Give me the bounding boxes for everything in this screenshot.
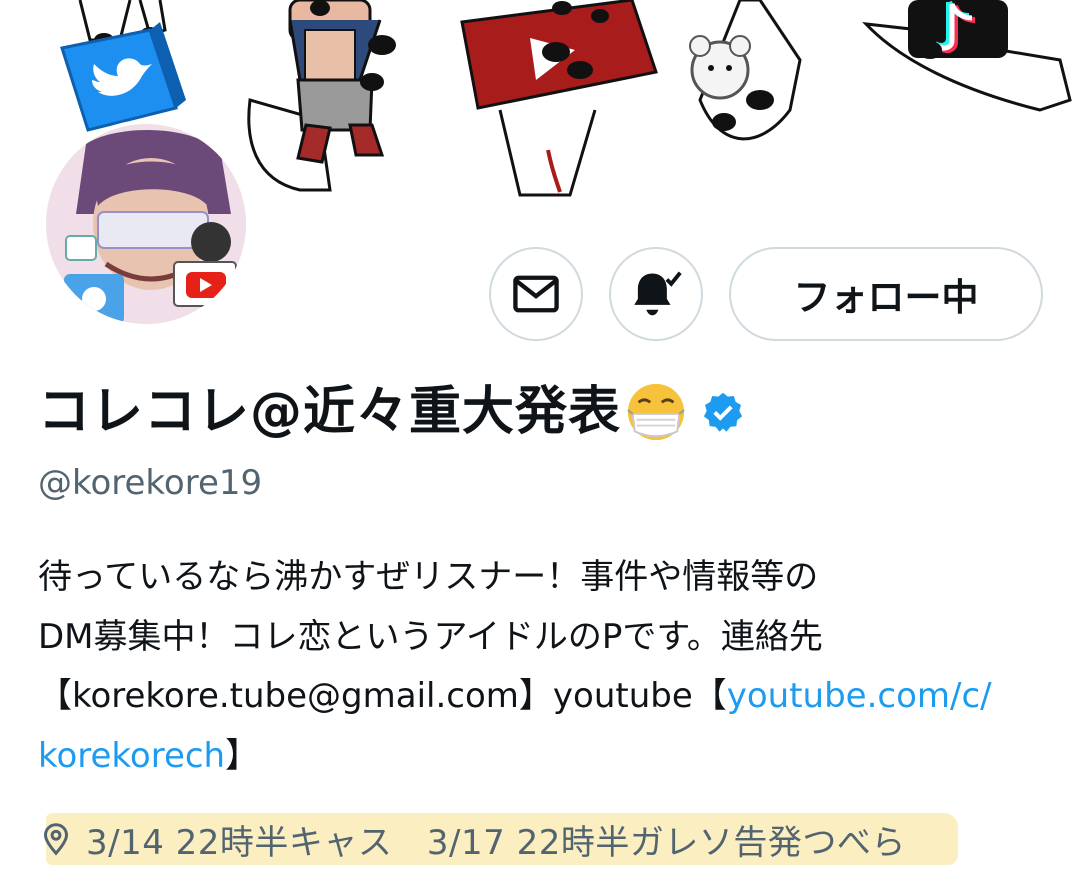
youtube-link-continued[interactable]: korekorech: [38, 736, 225, 776]
location-pin-icon: [43, 823, 69, 856]
twitter-logo-icon: [60, 0, 186, 132]
bio-line: 【korekore.tube@gmail.com】youtube【youtube…: [38, 667, 1058, 727]
avatar[interactable]: [42, 120, 250, 328]
following-button[interactable]: フォロー中: [729, 247, 1043, 341]
bio-line: 待っているなら沸かすぜリスナー！事件や情報等の: [38, 557, 819, 597]
teddy-bear-icon: [689, 0, 802, 141]
profile-bio: 待っているなら沸かすぜリスナー！事件や情報等の DM募集中！コレ恋というアイドル…: [38, 548, 1058, 786]
verified-badge-icon: [703, 392, 743, 432]
notifications-button[interactable]: [609, 247, 703, 341]
youtube-link[interactable]: youtube.com/c/: [727, 676, 992, 716]
chibi-figure-icon: [247, 0, 396, 192]
username-handle: @korekore19: [38, 463, 263, 503]
bio-text: 】: [225, 735, 260, 776]
bio-line: DM募集中！コレ恋というアイドルのPです。連絡先: [38, 616, 823, 657]
location-row: 3/14 22時半キャス 3/17 22時半ガレソ告発つべら: [38, 812, 906, 866]
display-name: コレコレ@近々重大発表: [38, 382, 622, 442]
message-button[interactable]: [489, 247, 583, 341]
bio-line: korekorech】: [38, 727, 1058, 787]
youtube-logo-icon: [460, 0, 658, 197]
mask-face-emoji-icon: [627, 383, 685, 441]
tiktok-logo-icon: [862, 0, 1072, 112]
bell-check-icon: [634, 271, 682, 316]
location-text: 3/14 22時半キャス 3/17 22時半ガレソ告発つべら: [86, 822, 906, 863]
display-name-row: コレコレ@近々重大発表: [38, 380, 745, 444]
bio-text: 【korekore.tube@gmail.com】youtube【: [38, 676, 727, 716]
mail-icon: [513, 275, 559, 313]
